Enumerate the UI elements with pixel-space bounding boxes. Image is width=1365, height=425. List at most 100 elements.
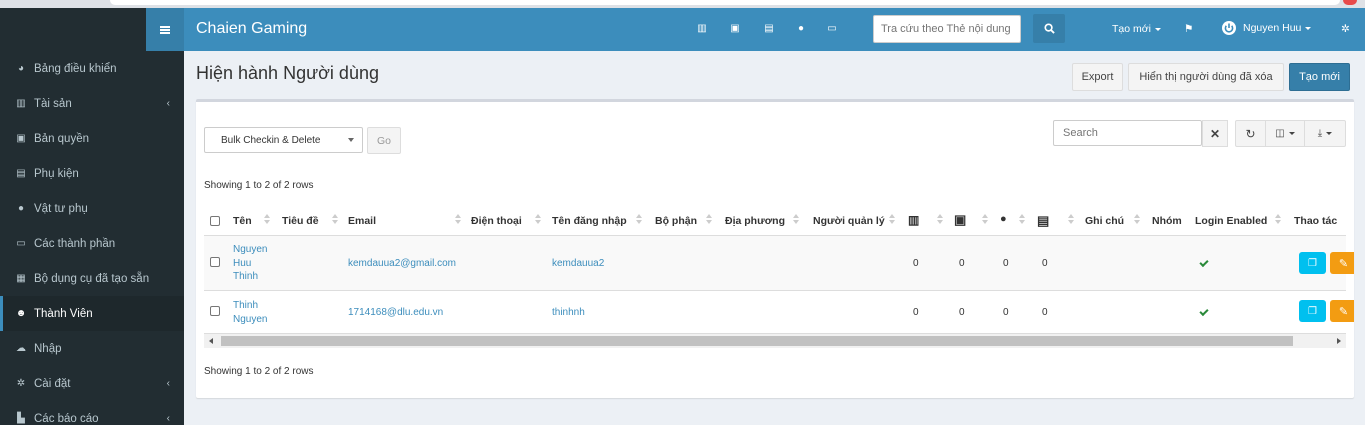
sidebar-item-accessories[interactable]: ▤ Phụ kiện	[0, 156, 184, 191]
sort-icon	[1068, 213, 1074, 227]
show-deleted-users-button[interactable]: Hiển thị người dùng đã xóa	[1128, 63, 1284, 91]
column-header-email[interactable]: Email	[348, 215, 376, 227]
barcode-column-icon[interactable]: ▥	[908, 213, 919, 227]
sidebar-item-assets[interactable]: ▥ Tài sản ‹	[0, 86, 184, 121]
scrollbar-thumb[interactable]	[221, 336, 1293, 346]
sort-icon	[264, 213, 270, 227]
nav-consumables-tint-icon[interactable]: ●	[794, 23, 808, 35]
pagination-info-bottom: Showing 1 to 2 of 2 rows	[204, 366, 314, 377]
sort-icon	[1134, 213, 1140, 227]
flag-icon[interactable]: ⚑	[1184, 23, 1193, 35]
column-header-manager[interactable]: Người quản lý	[813, 215, 885, 227]
cloud-upload-icon: ☁	[16, 343, 26, 354]
sort-icon	[889, 213, 895, 227]
column-header-groups[interactable]: Nhóm	[1152, 215, 1182, 227]
edit-user-button[interactable]: ✎	[1330, 300, 1354, 322]
pagination-info-top: Showing 1 to 2 of 2 rows	[204, 180, 314, 191]
app-brand[interactable]: Chaien Gaming	[196, 20, 307, 38]
user-username-link[interactable]: kemdauua2	[552, 258, 604, 269]
caret-down-icon	[1288, 132, 1295, 135]
edit-user-button[interactable]: ✎	[1330, 252, 1354, 274]
row-checkbox[interactable]	[210, 257, 220, 267]
accessories-count: 0	[1042, 258, 1048, 269]
nav-accessories-keyboard-icon[interactable]: ▤	[762, 23, 776, 35]
clone-icon: ❐	[1308, 257, 1317, 269]
bulk-go-button[interactable]: Go	[367, 127, 401, 154]
sort-icon	[455, 213, 461, 227]
user-email-link[interactable]: 1714168@dlu.edu.vn	[348, 307, 443, 318]
horizontal-scrollbar[interactable]	[204, 334, 1346, 348]
sidebar-item-components[interactable]: ▭ Các thành phần	[0, 226, 184, 261]
sidebar-item-label: Các thành phần	[34, 237, 116, 250]
sidebar-item-label: Thành Viên	[34, 307, 93, 320]
sidebar-item-licenses[interactable]: ▣ Bản quyền	[0, 121, 184, 156]
select-all-checkbox[interactable]	[210, 216, 220, 226]
column-header-department[interactable]: Bộ phận	[655, 215, 697, 227]
chevron-left-icon: ‹	[166, 413, 170, 424]
nav-licenses-floppy-icon[interactable]: ▣	[728, 23, 742, 35]
columns-toggle-button[interactable]: ◫	[1265, 120, 1305, 147]
sidebar-item-label: Các báo cáo	[34, 412, 99, 425]
caret-down-icon	[1154, 27, 1161, 31]
sidebar-item-label: Tài sản	[34, 97, 72, 110]
settings-cogs-icon[interactable]: ✲	[1341, 23, 1350, 35]
sidebar-item-reports[interactable]: ▙ Các báo cáo ‹	[0, 401, 184, 425]
browser-chrome-strip	[0, 0, 1365, 8]
create-new-dropdown[interactable]: Tạo mới	[1112, 23, 1161, 35]
sidebar-item-label: Bảng điều khiển	[34, 62, 117, 75]
clone-user-button[interactable]: ❐	[1299, 252, 1326, 274]
sort-icon	[535, 213, 541, 227]
column-header-name[interactable]: Tên	[233, 215, 252, 227]
dashboard-icon: ◕	[17, 63, 25, 74]
refresh-icon: ↻	[1245, 126, 1256, 141]
barcode-icon: ▥	[16, 98, 26, 109]
create-user-button[interactable]: Tạo mới	[1289, 63, 1350, 91]
nav-assets-barcode-icon[interactable]: ▥	[695, 23, 709, 35]
keyboard-column-icon[interactable]: ▤	[1037, 213, 1049, 229]
table-search-input[interactable]	[1053, 120, 1202, 146]
column-header-title[interactable]: Tiêu đề	[282, 215, 319, 227]
user-name-link[interactable]: Thinh Nguyen	[233, 299, 275, 326]
sidebar-item-dashboard[interactable]: ◕ Bảng điều khiển	[0, 51, 184, 86]
users-icon: ☻	[15, 308, 27, 319]
pencil-icon: ✎	[1338, 257, 1349, 270]
clone-user-button[interactable]: ❐	[1299, 300, 1326, 322]
sidebar-item-import[interactable]: ☁ Nhập	[0, 331, 184, 366]
column-header-notes[interactable]: Ghi chú	[1085, 215, 1124, 227]
scroll-right-arrow-icon[interactable]	[1337, 338, 1341, 344]
column-header-location[interactable]: Địa phương	[725, 215, 785, 227]
sidebar-item-label: Cài đặt	[34, 377, 71, 390]
scroll-left-arrow-icon[interactable]	[209, 338, 213, 344]
clear-search-button[interactable]: ✕	[1202, 120, 1228, 147]
user-name-link[interactable]: Nguyen Huu Thinh	[233, 243, 275, 284]
search-button[interactable]	[1033, 14, 1065, 43]
sidebar-item-users[interactable]: ☻ Thành Viên	[0, 296, 184, 331]
user-email-link[interactable]: kemdauua2@gmail.com	[348, 258, 456, 269]
users-table-box: Bulk Checkin & Delete Go ✕ ↻ ◫ ⤓ Showing…	[196, 99, 1354, 398]
export-button[interactable]: Export	[1072, 63, 1123, 91]
sidebar-item-predefined-kits[interactable]: ▦ Bộ dụng cụ đã tạo sẵn	[0, 261, 184, 296]
user-username-link[interactable]: thinhnh	[552, 307, 585, 318]
bulk-action-select[interactable]: Bulk Checkin & Delete	[204, 127, 363, 153]
tag-search-input[interactable]	[873, 15, 1021, 43]
sort-icon	[706, 213, 712, 227]
sidebar-item-consumables[interactable]: ● Vật tư phụ	[0, 191, 184, 226]
sidebar-item-settings[interactable]: ✲ Cài đặt ‹	[0, 366, 184, 401]
tint-column-icon[interactable]: ●	[1000, 213, 1007, 225]
column-header-login-enabled[interactable]: Login Enabled	[1195, 215, 1267, 227]
nav-components-hdd-icon[interactable]: ▭	[825, 23, 839, 35]
row-checkbox[interactable]	[210, 306, 220, 316]
download-icon: ⤓	[1317, 128, 1323, 139]
column-header-username[interactable]: Tên đăng nhập	[552, 215, 627, 227]
export-dropdown-button[interactable]: ⤓	[1304, 120, 1346, 147]
sidebar-item-label: Phụ kiện	[34, 167, 79, 180]
sidebar-menu: ◕ Bảng điều khiển ▥ Tài sản ‹ ▣ Bản quyề…	[0, 51, 184, 425]
floppy-disk-column-icon[interactable]: ▣	[954, 212, 966, 228]
login-enabled-check-icon	[1199, 306, 1209, 317]
user-menu-dropdown[interactable]: Nguyen Huu	[1221, 20, 1312, 36]
column-header-phone[interactable]: Điện thoại	[471, 215, 522, 227]
sidebar-item-label: Vật tư phụ	[34, 202, 88, 215]
floppy-disk-icon: ▣	[16, 133, 26, 144]
sidebar-toggle-button[interactable]	[146, 8, 184, 51]
refresh-button[interactable]: ↻	[1235, 120, 1266, 147]
